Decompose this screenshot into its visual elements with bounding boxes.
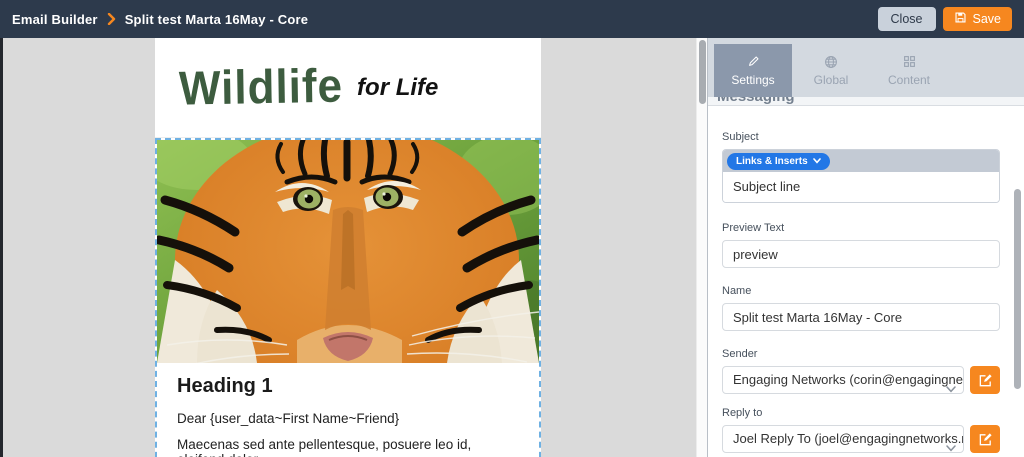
links-inserts-label: Links & Inserts [736,156,808,167]
tab-settings-label: Settings [731,73,774,87]
email-document: Wildlife for Life [155,38,541,457]
panel-body: Messaging Subject Links & Inserts Subjec… [708,97,1024,457]
breadcrumb-current-title: Split test Marta 16May - Core [125,12,309,27]
save-button[interactable]: Save [943,7,1013,31]
reply-to-select-value: Joel Reply To (joel@engagingnetworks.net… [733,431,964,446]
breadcrumb-root[interactable]: Email Builder [12,12,98,27]
panel-scrollbar-thumb[interactable] [1014,189,1021,389]
email-text-block[interactable]: Heading 1 Dear {user_data~First Name~Fri… [157,363,539,457]
tab-content-label: Content [888,73,930,87]
sender-label: Sender [722,348,1000,360]
topbar-actions: Close Save [878,7,1012,31]
chevron-down-icon [946,376,956,394]
reply-to-label: Reply to [722,407,1000,419]
close-button-label: Close [891,12,923,26]
name-label: Name [722,285,1000,297]
email-body-paragraph[interactable]: Maecenas sed ante pellentesque, posuere … [177,437,519,457]
close-button[interactable]: Close [878,7,936,31]
globe-icon [824,55,838,69]
tab-global-label: Global [814,73,849,87]
breadcrumb: Email Builder Split test Marta 16May - C… [12,12,308,27]
tab-content[interactable]: Content [870,44,948,97]
panel-tabbar: Settings Global Content [708,38,1024,97]
sender-select[interactable]: Engaging Networks (corin@engagingnetwork… [722,366,964,394]
subject-input[interactable]: Subject line [723,172,999,202]
canvas-scrollbar[interactable] [696,38,707,457]
preview-text-label: Preview Text [722,222,1000,234]
main-area: Wildlife for Life [0,38,1024,457]
canvas-scrollbar-thumb[interactable] [699,40,706,104]
grid-icon [903,55,916,69]
logo-brand-text: Wildlife [179,59,344,116]
breadcrumb-chevron-icon [107,13,116,25]
save-button-label: Save [973,12,1002,26]
edit-square-icon [978,432,993,447]
sender-edit-button[interactable] [970,366,1000,394]
selected-email-block[interactable]: Heading 1 Dear {user_data~First Name~Fri… [155,138,541,457]
reply-to-edit-button[interactable] [970,425,1000,453]
email-canvas[interactable]: Wildlife for Life [0,38,696,457]
chevron-down-icon [813,158,821,164]
email-salutation[interactable]: Dear {user_data~First Name~Friend} [177,411,519,426]
save-floppy-icon [954,11,967,27]
settings-panel: Settings Global Content Messaging Subjec… [707,38,1024,457]
pencil-icon [747,55,760,69]
settings-form: Subject Links & Inserts Subject line Pre… [708,106,1024,457]
canvas-left-edge [0,38,3,457]
topbar: Email Builder Split test Marta 16May - C… [0,0,1024,38]
name-input[interactable] [722,303,1000,331]
tiger-image[interactable] [157,140,539,363]
subject-toolbar: Links & Inserts [723,150,999,172]
chevron-down-icon [946,435,956,453]
subject-label: Subject [722,131,1000,143]
clipped-section-heading-strip: Messaging [708,97,1024,106]
edit-square-icon [978,373,993,388]
subject-editor[interactable]: Links & Inserts Subject line [722,149,1000,203]
reply-to-row: Joel Reply To (joel@engagingnetworks.net… [722,425,1000,453]
sender-select-value: Engaging Networks (corin@engagingnetwork… [733,372,964,387]
email-heading[interactable]: Heading 1 [177,375,519,398]
logo-tagline-text: for Life [357,74,438,102]
email-logo-block[interactable]: Wildlife for Life [155,38,541,138]
preview-text-input[interactable] [722,240,1000,268]
links-inserts-button[interactable]: Links & Inserts [727,153,830,170]
tab-global[interactable]: Global [792,44,870,97]
tab-settings[interactable]: Settings [714,44,792,97]
reply-to-select[interactable]: Joel Reply To (joel@engagingnetworks.net… [722,425,964,453]
clipped-section-heading: Messaging [708,97,1024,105]
sender-row: Engaging Networks (corin@engagingnetwork… [722,366,1000,394]
